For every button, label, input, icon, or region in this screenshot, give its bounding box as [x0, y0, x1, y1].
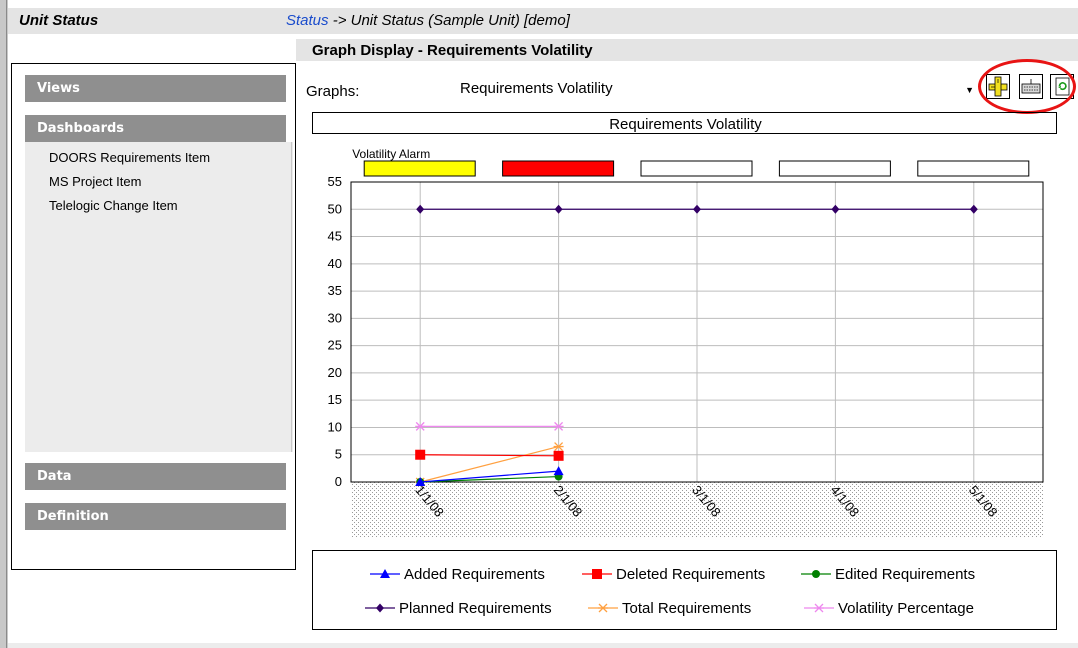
dashboards-list: DOORS Requirements Item MS Project Item … — [25, 142, 293, 452]
app-title: Unit Status — [19, 12, 99, 29]
graph-display-title: Graph Display - Requirements Volatility — [312, 42, 593, 59]
data-point — [554, 204, 563, 214]
y-tick-label: 20 — [328, 365, 342, 380]
data-point — [553, 450, 564, 461]
y-tick-label: 40 — [328, 256, 342, 271]
volatility-chart: Volatility Alarm05101520253035404550551/… — [328, 147, 1044, 538]
dashboard-item-doors[interactable]: DOORS Requirements Item — [49, 150, 210, 165]
series-volatility-percentage — [415, 421, 564, 431]
y-tick-label: 50 — [328, 201, 342, 216]
data-point — [416, 204, 425, 214]
legend-label: Added Requirements — [404, 566, 545, 583]
sidebar-section-dashboards[interactable]: Dashboards — [25, 115, 286, 142]
toolbar-highlight-circle — [978, 59, 1076, 114]
chart-legend: Added Requirements Deleted Requirements Ed… — [312, 550, 1057, 630]
legend-label: Deleted Requirements — [616, 566, 765, 583]
data-point — [693, 204, 701, 214]
legend-marker — [814, 603, 824, 613]
breadcrumb: Status -> Unit Status (Sample Unit) [dem… — [286, 12, 570, 29]
data-point — [969, 204, 978, 214]
volatility-alarm-box — [778, 160, 891, 177]
legend-marker — [598, 603, 608, 613]
legend-label: Edited Requirements — [835, 566, 975, 583]
y-tick-label: 0 — [335, 474, 342, 489]
graph-select-value: Requirements Volatility — [460, 80, 613, 97]
data-point — [831, 204, 840, 214]
volatility-alarm-box — [917, 160, 1030, 177]
legend-marker — [812, 570, 820, 578]
legend-entries: Added Requirements Deleted Requirements Ed… — [365, 566, 975, 617]
graphs-label: Graphs: — [306, 83, 360, 100]
dashboard-item-telelogic[interactable]: Telelogic Change Item — [49, 198, 178, 213]
volatility-alarm-box — [640, 160, 753, 177]
y-tick-label: 35 — [328, 283, 342, 298]
series-line — [420, 475, 559, 483]
y-tick-label: 10 — [328, 419, 342, 434]
data-point — [415, 449, 426, 460]
legend-label: Volatility Percentage — [838, 600, 974, 617]
window-left-border — [0, 0, 8, 648]
chart-title: Requirements Volatility — [609, 116, 762, 133]
y-tick-label: 55 — [328, 174, 342, 189]
y-tick-label: 25 — [328, 338, 342, 353]
legend-marker — [376, 603, 384, 613]
dashboard-item-ms-project[interactable]: MS Project Item — [49, 174, 141, 189]
graph-select[interactable]: Requirements Volatility ▼ — [453, 73, 978, 103]
sidebar-section-data[interactable]: Data — [25, 463, 286, 490]
chart-title-box: Requirements Volatility — [312, 112, 1057, 134]
y-tick-label: 15 — [328, 392, 342, 407]
legend-label: Total Requirements — [622, 600, 751, 617]
sidebar-section-definition[interactable]: Definition — [25, 503, 286, 530]
y-tick-label: 45 — [328, 229, 342, 244]
series-planned-requirements — [416, 204, 978, 214]
legend-label: Planned Requirements — [399, 600, 552, 617]
volatility-alarm-box — [502, 160, 615, 177]
sidebar-section-views[interactable]: Views — [25, 75, 286, 102]
breadcrumb-link-status[interactable]: Status — [286, 12, 329, 29]
volatility-alarm-label: Volatility Alarm — [352, 147, 430, 161]
bottom-divider — [8, 643, 1078, 648]
volatility-alarm-box — [363, 160, 476, 177]
chevron-down-icon: ▼ — [965, 85, 974, 95]
y-tick-label: 30 — [328, 310, 342, 325]
y-tick-label: 5 — [335, 447, 342, 462]
sidebar-panel: Views Dashboards DOORS Requirements Item… — [11, 63, 296, 570]
breadcrumb-current: -> Unit Status (Sample Unit) [demo] — [328, 12, 570, 29]
data-point — [553, 466, 564, 476]
legend-marker — [592, 569, 602, 579]
